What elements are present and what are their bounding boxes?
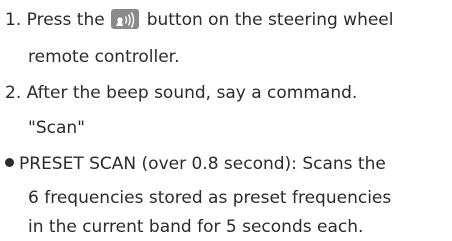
step-2-text: After the beep sound, say a command. xyxy=(26,83,358,103)
step-1-text-before: Press the xyxy=(26,10,105,30)
step-1-line-1: 1. Press the button on the steering whee… xyxy=(5,8,394,32)
voice-command-icon xyxy=(110,9,139,29)
note-text-1: PRESET SCAN (over 0.8 second): Scans the xyxy=(19,154,386,174)
step-1-number: 1. xyxy=(5,10,22,30)
note-line-3: in the current band for 5 seconds each. xyxy=(28,217,364,237)
bullet-icon xyxy=(5,158,14,167)
step-2-line-1: 2. After the beep sound, say a command. xyxy=(5,81,357,105)
instruction-block: 1. Press the button on the steering whee… xyxy=(0,0,452,241)
step-2-command: "Scan" xyxy=(28,118,85,138)
voice-command-glyph xyxy=(115,12,134,28)
step-2-number: 2. xyxy=(5,83,22,103)
note-line-2: 6 frequencies stored as preset frequenci… xyxy=(28,188,392,208)
note-line-1: PRESET SCAN (over 0.8 second): Scans the xyxy=(5,152,386,176)
step-1-line-2: remote controller. xyxy=(28,47,180,67)
step-1-text-after: button on the steering wheel xyxy=(146,10,394,30)
